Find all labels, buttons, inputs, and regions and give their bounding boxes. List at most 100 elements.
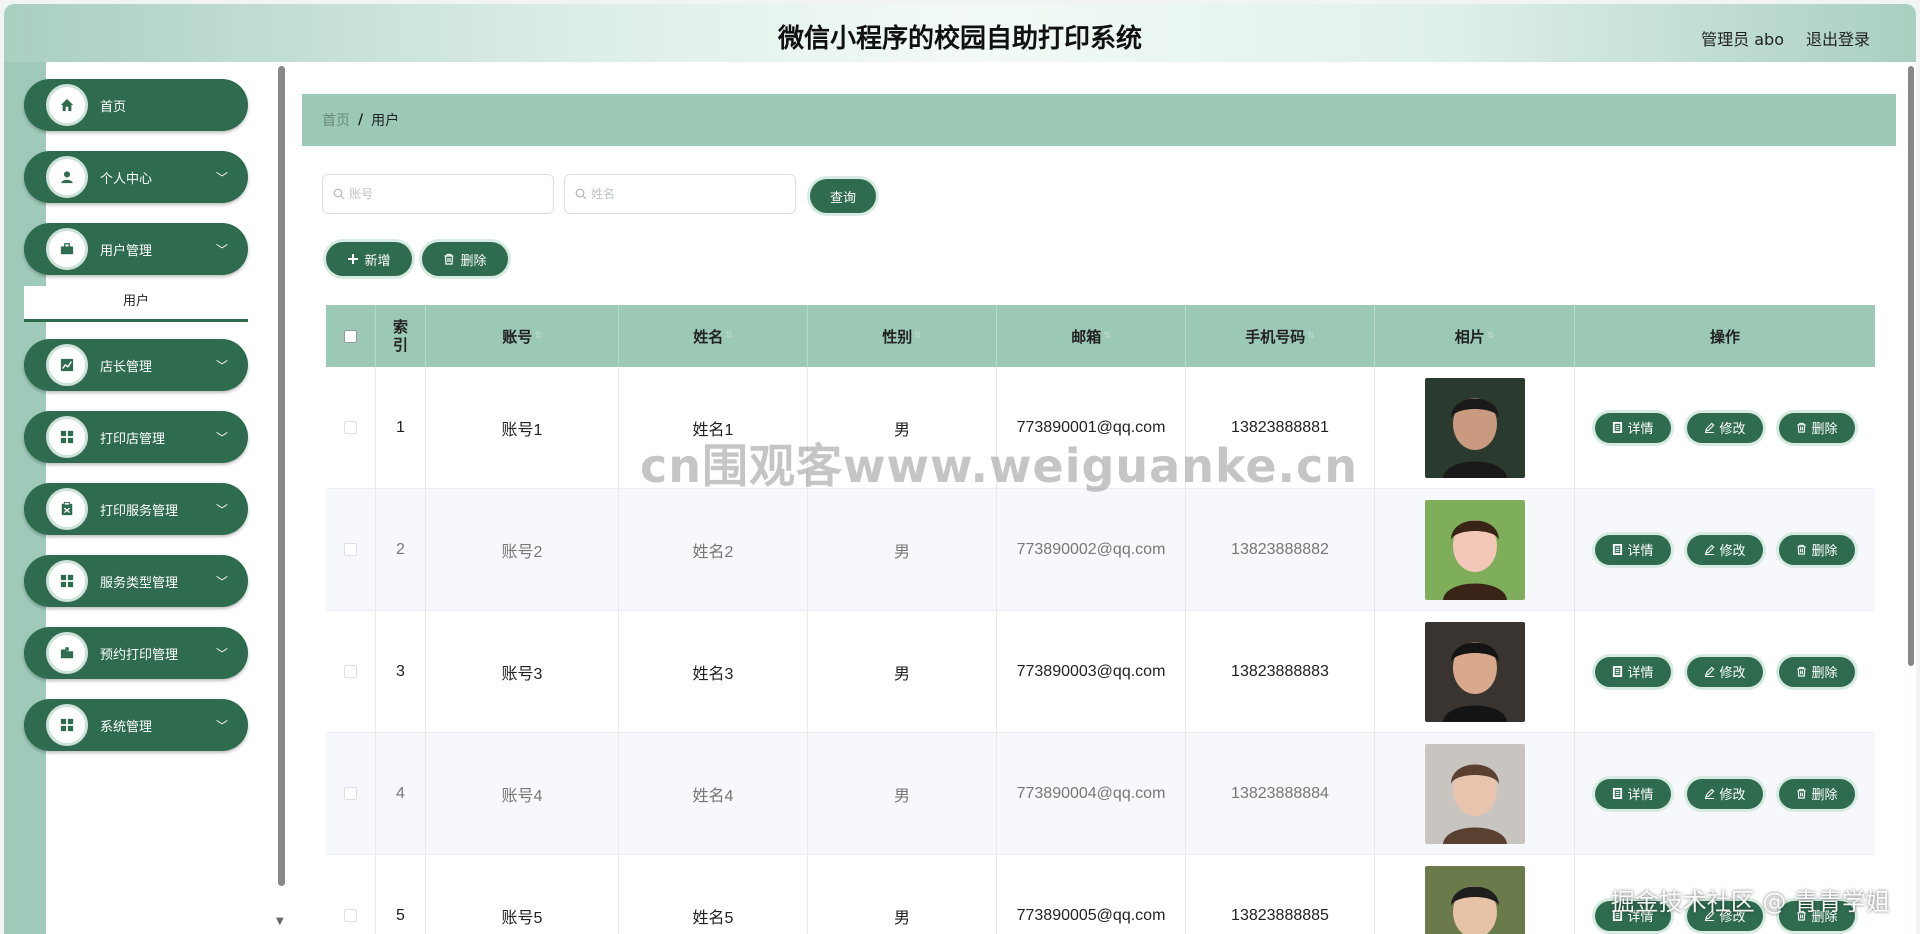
sidebar-subitem-users[interactable]: 用户 (24, 286, 248, 322)
detail-button[interactable]: 详情 (1595, 534, 1671, 565)
detail-button[interactable]: 详情 (1595, 412, 1671, 443)
delete-button[interactable]: 删除 (1779, 900, 1855, 931)
user-area: 管理员 abo 退出登录 (1701, 26, 1870, 50)
user-photo[interactable] (1424, 377, 1525, 478)
chart-icon (46, 344, 88, 386)
sort-icon[interactable]: ⇅ (534, 331, 542, 341)
detail-label: 详情 (1627, 543, 1654, 558)
user-photo[interactable] (1424, 743, 1525, 844)
cell-photo (1375, 611, 1575, 732)
batch-delete-label: 删除 (460, 253, 487, 269)
user-table: 索引 账号 ⇅ 姓名 ⇅ 性别 ⇅ 邮箱 ⇅ 手机号码 ⇅ 相片 ⇅ 操作 1 账号1 姓名1 男… (326, 305, 1875, 934)
sidebar-item-home[interactable]: 首页 (24, 79, 248, 131)
delete-label: 删除 (1811, 665, 1838, 680)
cell-phone: 13823888885 (1186, 855, 1375, 934)
cell-gender: 男 (808, 855, 997, 934)
table-row[interactable]: 2 账号2 姓名2 男 773890002@qq.com 13823888882 详情 修改 删… (326, 489, 1875, 611)
trash-icon (444, 253, 454, 265)
account-search-field[interactable] (322, 174, 554, 214)
sidebar-scroll-down-icon[interactable]: ▼ (276, 916, 284, 927)
edit-icon (1705, 666, 1715, 677)
sidebar-item-service-type-management[interactable]: 服务类型管理 ﹀ (24, 555, 248, 607)
column-header-index: 索引 (376, 305, 426, 367)
row-checkbox[interactable] (344, 421, 357, 434)
row-select-cell (326, 855, 376, 934)
detail-button[interactable]: 详情 (1595, 656, 1671, 687)
sidebar-scrollbar[interactable] (278, 66, 285, 886)
plus-icon (348, 254, 359, 264)
user-icon (46, 156, 88, 198)
grid-icon (46, 560, 88, 602)
sort-icon[interactable]: ⇅ (914, 331, 922, 341)
name-search-field[interactable] (564, 174, 796, 214)
breadcrumb-current: 用户 (371, 113, 400, 129)
cell-gender: 男 (808, 367, 997, 488)
column-header-gender[interactable]: 性别 ⇅ (808, 305, 997, 367)
sidebar-item-print-service-management[interactable]: 打印服务管理 ﹀ (24, 483, 248, 535)
cell-index: 1 (376, 367, 426, 488)
add-button[interactable]: 新增 (326, 242, 412, 276)
user-photo[interactable] (1424, 865, 1525, 934)
cell-email: 773890003@qq.com (997, 611, 1186, 732)
delete-button[interactable]: 删除 (1779, 534, 1855, 565)
trash-icon (1797, 788, 1807, 799)
admin-user-label[interactable]: 管理员 abo (1701, 26, 1784, 50)
sidebar-item-personal-center[interactable]: 个人中心 ﹀ (24, 151, 248, 203)
sort-icon[interactable]: ⇅ (1487, 331, 1495, 341)
detail-label: 详情 (1627, 421, 1654, 436)
sidebar-item-manager-management[interactable]: 店长管理 ﹀ (24, 339, 248, 391)
sort-icon[interactable]: ⇅ (1103, 331, 1111, 341)
column-header-account[interactable]: 账号 ⇅ (426, 305, 619, 367)
row-checkbox[interactable] (344, 909, 357, 922)
edit-label: 修改 (1719, 909, 1746, 924)
delete-button[interactable]: 删除 (1779, 778, 1855, 809)
edit-icon (1705, 422, 1715, 433)
folder-icon (46, 632, 88, 674)
edit-label: 修改 (1719, 543, 1746, 558)
row-checkbox[interactable] (344, 665, 357, 678)
sidebar-item-reservation-print-management[interactable]: 预约打印管理 ﹀ (24, 627, 248, 679)
sidebar-item-label: 服务类型管理 (100, 575, 179, 591)
table-row[interactable]: 5 账号5 姓名5 男 773890005@qq.com 13823888885 详情 修改 删… (326, 855, 1875, 934)
user-photo[interactable] (1424, 621, 1525, 722)
detail-button[interactable]: 详情 (1595, 778, 1671, 809)
table-row[interactable]: 3 账号3 姓名3 男 773890003@qq.com 13823888883 详情 修改 删… (326, 611, 1875, 733)
select-all-checkbox[interactable] (344, 329, 357, 343)
sort-icon[interactable]: ⇅ (725, 331, 733, 341)
table-row[interactable]: 1 账号1 姓名1 男 773890001@qq.com 13823888881 详情 修改 删… (326, 367, 1875, 489)
edit-icon (1705, 788, 1715, 799)
sidebar-item-user-management[interactable]: 用户管理 ﹀ (24, 223, 248, 275)
cell-gender: 男 (808, 489, 997, 610)
edit-button[interactable]: 修改 (1687, 778, 1763, 809)
column-header-photo[interactable]: 相片 ⇅ (1375, 305, 1575, 367)
account-search-input[interactable] (349, 187, 529, 201)
sidebar-item-system-management[interactable]: 系统管理 ﹀ (24, 699, 248, 751)
sort-icon[interactable]: ⇅ (1307, 331, 1315, 341)
logout-button[interactable]: 退出登录 (1806, 26, 1870, 50)
batch-delete-button[interactable]: 删除 (422, 242, 508, 276)
delete-button[interactable]: 删除 (1779, 656, 1855, 687)
column-header-email[interactable]: 邮箱 ⇅ (997, 305, 1186, 367)
search-icon (575, 188, 587, 200)
sidebar-item-print-shop-management[interactable]: 打印店管理 ﹀ (24, 411, 248, 463)
user-photo[interactable] (1424, 499, 1525, 600)
trash-icon (1797, 910, 1807, 921)
edit-button[interactable]: 修改 (1687, 656, 1763, 687)
delete-button[interactable]: 删除 (1779, 412, 1855, 443)
cell-name: 姓名5 (619, 855, 808, 934)
edit-button[interactable]: 修改 (1687, 412, 1763, 443)
edit-button[interactable]: 修改 (1687, 900, 1763, 931)
query-button[interactable]: 查询 (810, 179, 876, 213)
column-header-name[interactable]: 姓名 ⇅ (619, 305, 808, 367)
row-checkbox[interactable] (344, 787, 357, 800)
detail-button[interactable]: 详情 (1595, 900, 1671, 931)
main-scrollbar[interactable] (1908, 66, 1914, 666)
row-checkbox[interactable] (344, 543, 357, 556)
edit-icon (1705, 910, 1715, 921)
edit-button[interactable]: 修改 (1687, 534, 1763, 565)
table-row[interactable]: 4 账号4 姓名4 男 773890004@qq.com 13823888884 详情 修改 删… (326, 733, 1875, 855)
breadcrumb-home-link[interactable]: 首页 (322, 110, 350, 130)
chevron-down-icon: ﹀ (215, 574, 228, 589)
name-search-input[interactable] (591, 187, 771, 201)
column-header-phone[interactable]: 手机号码 ⇅ (1186, 305, 1375, 367)
